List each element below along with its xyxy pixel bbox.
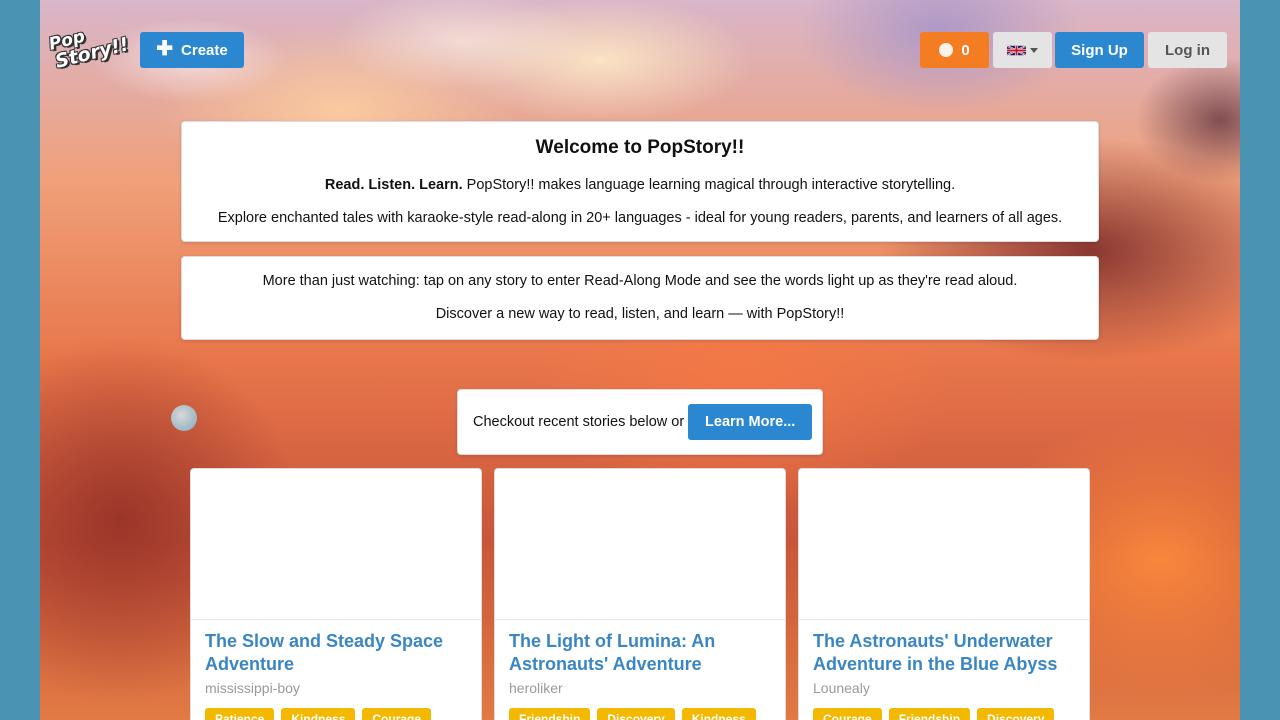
story-card[interactable]: The Slow and Steady Space Adventure miss…	[190, 468, 482, 720]
login-button[interactable]: Log in	[1148, 32, 1227, 68]
story-card[interactable]: The Astronauts' Underwater Adventure in …	[798, 468, 1090, 720]
story-title[interactable]: The Slow and Steady Space Adventure	[205, 630, 467, 676]
story-title[interactable]: The Light of Lumina: An Astronauts' Adve…	[509, 630, 771, 676]
welcome-title: Welcome to PopStory!!	[535, 137, 745, 158]
story-tag[interactable]: Kindness	[281, 708, 356, 720]
story-tags: Patience Kindness Courage	[205, 708, 467, 720]
coins-count: 0	[961, 41, 970, 59]
tagline-rest: PopStory!! makes language learning magic…	[462, 177, 956, 193]
story-author[interactable]: Lounealy	[813, 680, 1075, 696]
learn-more-button[interactable]: Learn More...	[688, 404, 813, 440]
story-tags: Friendship Discovery Kindness	[509, 708, 771, 720]
story-thumbnail[interactable]	[495, 469, 785, 620]
discover-text: Discover a new way to read, listen, and …	[435, 306, 845, 322]
checkout-panel: Checkout recent stories below or Learn M…	[457, 389, 823, 455]
story-tag[interactable]: Friendship	[509, 708, 591, 720]
story-tag[interactable]: Patience	[205, 708, 275, 720]
uk-flag-icon	[1007, 44, 1026, 56]
explore-text: Explore enchanted tales with karaoke-sty…	[217, 210, 1063, 226]
tagline: Read. Listen. Learn. PopStory!! makes la…	[182, 177, 1098, 193]
coins-button[interactable]: 0	[920, 32, 989, 68]
welcome-panel: Welcome to PopStory!! Read. Listen. Lear…	[181, 121, 1099, 242]
signup-button[interactable]: Sign Up	[1055, 32, 1144, 68]
story-card[interactable]: The Light of Lumina: An Astronauts' Adve…	[494, 468, 786, 720]
story-tags: Courage Friendship Discovery	[813, 708, 1075, 720]
story-tag[interactable]: Discovery	[977, 708, 1055, 720]
plus-icon: ✚	[156, 38, 174, 60]
create-label: Create	[181, 41, 228, 59]
story-thumbnail[interactable]	[799, 469, 1089, 620]
bubble-decoration	[171, 405, 197, 431]
hero-background: Pop Story!! ✚ Create 0 Sign Up Log in We…	[40, 0, 1240, 720]
story-author[interactable]: mississippi-boy	[205, 680, 467, 696]
story-author[interactable]: heroliker	[509, 680, 771, 696]
story-tag[interactable]: Friendship	[888, 708, 971, 720]
story-tag[interactable]: Discovery	[597, 708, 675, 720]
story-tag[interactable]: Courage	[813, 708, 882, 720]
language-selector[interactable]	[993, 32, 1052, 68]
create-button[interactable]: ✚ Create	[140, 32, 244, 68]
coin-icon	[939, 43, 954, 57]
story-thumbnail[interactable]	[191, 469, 481, 620]
checkout-text: Checkout recent stories below or	[473, 414, 685, 430]
story-tag[interactable]: Kindness	[681, 708, 756, 720]
story-tag[interactable]: Courage	[362, 708, 432, 720]
popstory-logo[interactable]: Pop Story!!	[47, 17, 137, 85]
read-along-panel: More than just watching: tap on any stor…	[181, 256, 1099, 340]
read-along-text: More than just watching: tap on any stor…	[262, 273, 1018, 289]
story-title[interactable]: The Astronauts' Underwater Adventure in …	[813, 630, 1075, 676]
chevron-down-icon	[1030, 47, 1038, 53]
tagline-bold: Read. Listen. Learn.	[324, 177, 463, 193]
